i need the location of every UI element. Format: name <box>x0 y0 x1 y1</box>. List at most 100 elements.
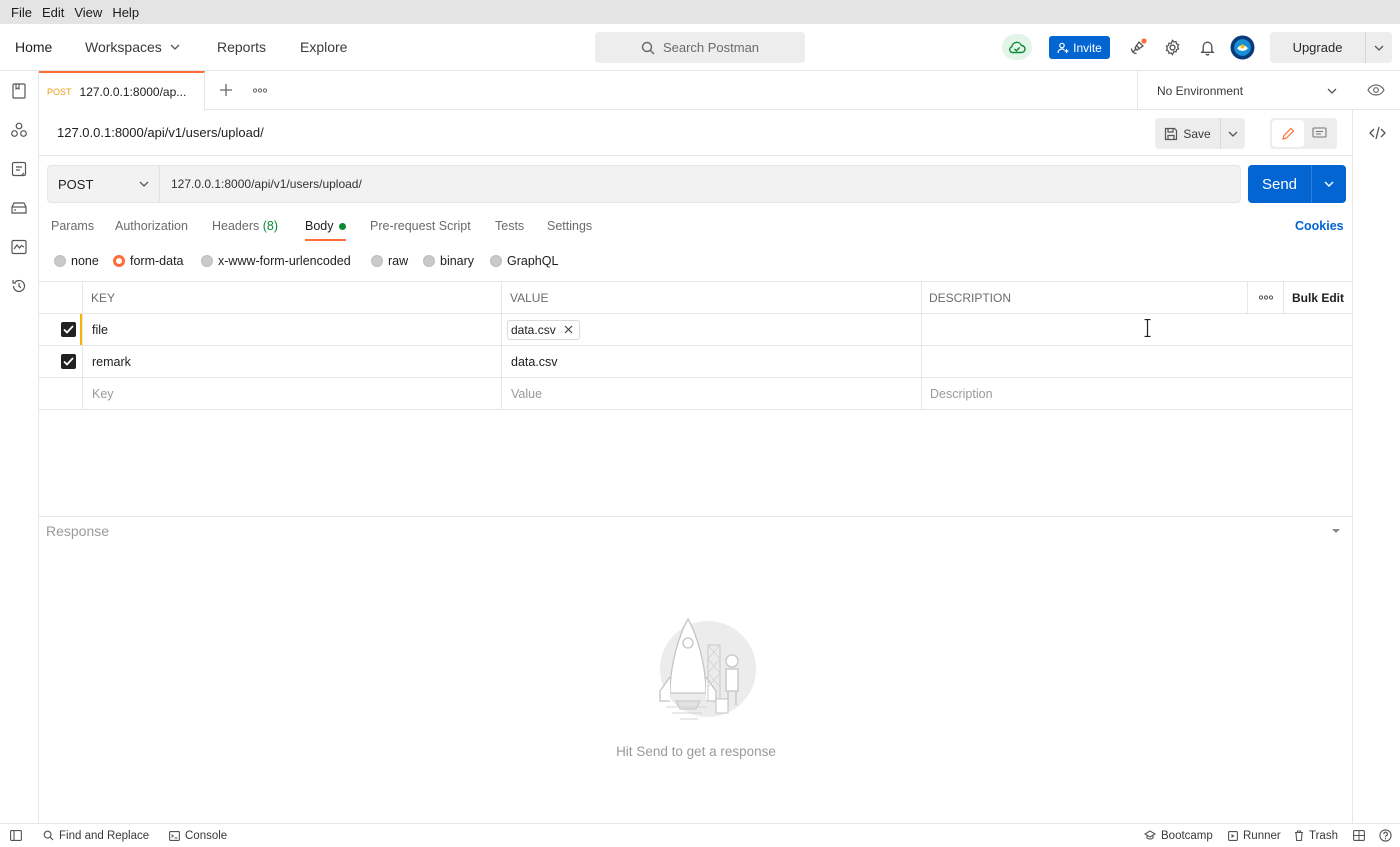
environments-icon[interactable] <box>10 160 28 178</box>
user-avatar-icon <box>1230 35 1255 60</box>
tab-tests[interactable]: Tests <box>495 211 524 241</box>
satellite-button[interactable] <box>1128 37 1148 57</box>
row-key[interactable]: remark <box>82 346 502 377</box>
pencil-icon <box>1281 127 1295 140</box>
satellite-icon <box>1130 38 1147 55</box>
radio-none[interactable]: none <box>54 252 99 270</box>
save-dropdown[interactable] <box>1221 118 1245 149</box>
upgrade-dropdown[interactable] <box>1366 32 1392 63</box>
help-icon[interactable] <box>1379 829 1392 842</box>
rocket-illustration-icon <box>659 617 756 720</box>
add-tab-icon[interactable] <box>219 83 233 97</box>
response-header: Response <box>46 523 110 539</box>
row-value[interactable]: data.csv <box>501 314 921 345</box>
add-user-icon <box>1057 42 1069 53</box>
chevron-down-icon <box>1374 45 1384 51</box>
radio-raw-label: raw <box>388 254 409 268</box>
tab-body[interactable]: Body <box>305 211 346 241</box>
nav-workspaces-label: Workspaces <box>85 39 162 55</box>
row-description[interactable] <box>921 314 1352 345</box>
monitors-icon[interactable] <box>10 238 28 256</box>
runner-button[interactable]: Runner <box>1228 824 1281 847</box>
cookies-link[interactable]: Cookies <box>1295 211 1344 241</box>
close-icon[interactable] <box>564 325 573 334</box>
radio-graphql[interactable]: GraphQL <box>490 252 558 270</box>
mock-servers-icon[interactable] <box>10 199 28 217</box>
nav-workspaces[interactable]: Workspaces <box>85 24 180 70</box>
radio-binary[interactable]: binary <box>423 252 474 270</box>
row-key[interactable]: file <box>82 314 502 345</box>
caret-down-icon[interactable] <box>1331 528 1341 534</box>
sync-status-button[interactable] <box>1002 34 1032 60</box>
menu-help[interactable]: Help <box>107 5 144 20</box>
row-description[interactable] <box>921 346 1352 377</box>
menu-edit[interactable]: Edit <box>37 5 69 20</box>
console-button[interactable]: Console <box>169 824 227 847</box>
send-button[interactable]: Send <box>1248 165 1346 203</box>
tab-method: POST <box>47 86 72 97</box>
bootcamp-button[interactable]: Bootcamp <box>1144 824 1213 847</box>
apis-icon[interactable] <box>10 121 28 139</box>
avatar[interactable] <box>1230 35 1255 60</box>
cloud-sync-icon <box>1009 41 1026 54</box>
radio-raw[interactable]: raw <box>371 252 408 270</box>
row-value[interactable]: data.csv <box>501 346 921 377</box>
code-icon[interactable] <box>1369 126 1386 140</box>
collections-icon[interactable] <box>10 82 28 100</box>
notifications-button[interactable] <box>1197 37 1217 57</box>
request-tab[interactable]: POST 127.0.0.1:8000/ap... <box>39 71 205 110</box>
radio-circle <box>423 255 435 267</box>
tab-params[interactable]: Params <box>51 211 94 241</box>
new-key-input[interactable]: Key <box>82 378 502 409</box>
layout-toggle-icon[interactable] <box>1353 830 1365 841</box>
left-sidebar <box>0 71 39 823</box>
settings-button[interactable] <box>1162 37 1182 57</box>
environment-selector[interactable]: No Environment <box>1137 71 1357 110</box>
row-checkbox[interactable] <box>61 346 81 377</box>
request-title[interactable]: 127.0.0.1:8000/api/v1/users/upload/ <box>57 110 264 156</box>
tab-authorization[interactable]: Authorization <box>115 211 188 241</box>
menu-view[interactable]: View <box>69 5 107 20</box>
tab-settings[interactable]: Settings <box>547 211 592 241</box>
history-icon[interactable] <box>10 277 28 295</box>
body-indicator-dot <box>338 223 346 231</box>
trash-button[interactable]: Trash <box>1294 824 1338 847</box>
save-main[interactable]: Save <box>1155 118 1221 149</box>
menu-file[interactable]: File <box>6 5 37 20</box>
save-button[interactable]: Save <box>1155 118 1245 149</box>
table-row: remark data.csv <box>39 346 1352 378</box>
find-replace-button[interactable]: Find and Replace <box>43 824 149 847</box>
more-tabs-icon[interactable] <box>253 88 267 93</box>
nav-home[interactable]: Home <box>15 24 52 70</box>
chevron-down-icon <box>1324 181 1334 187</box>
invite-label: Invite <box>1073 40 1102 55</box>
nav-explore[interactable]: Explore <box>300 24 347 70</box>
edit-mode-button[interactable] <box>1272 120 1304 147</box>
new-description-input[interactable]: Description <box>921 378 1352 409</box>
nav-reports[interactable]: Reports <box>217 24 266 70</box>
url-input[interactable]: 127.0.0.1:8000/api/v1/users/upload/ <box>160 166 1240 202</box>
column-header-value: VALUE <box>501 282 921 313</box>
upgrade-button[interactable]: Upgrade <box>1270 32 1392 63</box>
search-input[interactable]: Search Postman <box>595 32 805 63</box>
method-select[interactable]: POST <box>48 166 160 202</box>
checkmark-icon <box>63 325 74 334</box>
tab-headers[interactable]: Headers (8) <box>212 211 278 241</box>
response-divider[interactable] <box>39 516 1352 517</box>
row-checkbox[interactable] <box>61 314 81 345</box>
radio-x-www-form-urlencoded[interactable]: x-www-form-urlencoded <box>201 252 351 270</box>
invite-button[interactable]: Invite <box>1049 36 1110 59</box>
chevron-down-icon <box>1228 131 1238 137</box>
comments-button[interactable] <box>1304 120 1336 147</box>
sidebar-toggle-icon[interactable] <box>10 830 22 841</box>
eye-icon[interactable] <box>1367 84 1385 96</box>
table-options-button[interactable] <box>1247 282 1283 313</box>
bulk-edit-button[interactable]: Bulk Edit <box>1283 282 1352 313</box>
new-value-input[interactable]: Value <box>501 378 921 409</box>
send-dropdown[interactable] <box>1312 165 1346 203</box>
tab-prerequest-script[interactable]: Pre-request Script <box>370 211 471 241</box>
radio-graphql-label: GraphQL <box>507 254 559 268</box>
send-label[interactable]: Send <box>1248 165 1312 203</box>
search-icon <box>641 41 655 54</box>
radio-form-data[interactable]: form-data <box>113 252 184 270</box>
